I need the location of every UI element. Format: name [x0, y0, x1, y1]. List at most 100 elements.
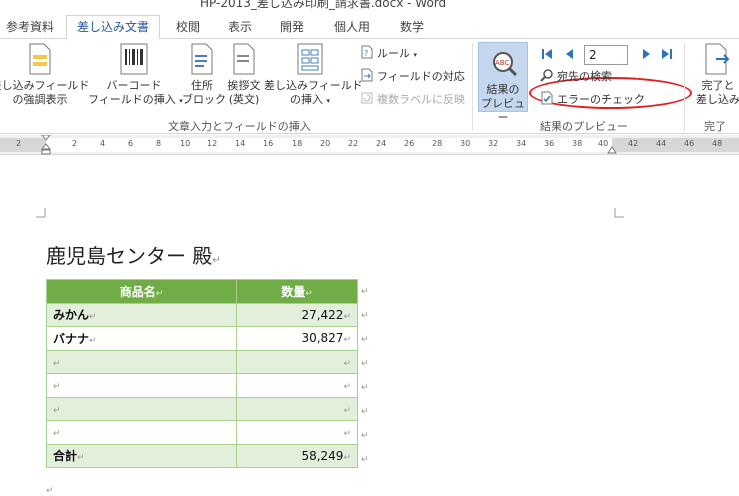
ruler-mark: 38: [572, 139, 583, 148]
ruler-margin-left: [0, 138, 46, 152]
insert-merge-field-line2: の挿入: [289, 93, 323, 106]
table-row: ↵ ↵: [46, 420, 358, 445]
first-record-icon[interactable]: [540, 47, 554, 61]
tab-developer[interactable]: 開発: [270, 16, 314, 39]
match-fields-button[interactable]: フィールドの対応: [360, 68, 465, 86]
ruler-mark: 40: [598, 139, 609, 148]
table-header-row: 商品名↵ 数量↵: [46, 279, 358, 304]
preview-results-line2: プレビュー: [481, 97, 525, 124]
group-separator: [684, 43, 685, 131]
find-recipient-button[interactable]: 宛先の検索: [540, 68, 612, 86]
ruler-mark: 6: [128, 139, 134, 148]
highlight-fields-icon: [29, 43, 51, 75]
insert-group-label: 文章入力とフィールドの挿入: [168, 120, 311, 133]
tab-review[interactable]: 校閲: [166, 16, 210, 39]
preview-results-button[interactable]: ABC 結果の プレビュー: [478, 42, 528, 124]
address-block-button[interactable]: 住所 ブロック: [182, 43, 226, 107]
highlight-fields-line1: 差し込みフィールド: [0, 79, 90, 92]
find-recipient-label: 宛先の検索: [557, 70, 612, 83]
rules-label: ルール: [377, 47, 410, 60]
greeting-line-button[interactable]: 挨拶文 (英文): [222, 43, 266, 107]
insert-merge-field-button[interactable]: 差し込みフィールド の挿入 ▾: [264, 43, 363, 108]
window-title: HP-2013_差し込み印刷_請求書.docx - Word: [200, 0, 447, 10]
table-row: ↵ ↵: [46, 349, 358, 374]
update-labels-label: 複数ラベルに反映: [377, 93, 465, 106]
header-quantity: 数量↵: [236, 279, 358, 304]
total-quantity-cell[interactable]: 58,249↵: [236, 443, 358, 468]
tab-mailings[interactable]: 差し込み文書: [66, 15, 161, 40]
tab-math[interactable]: 数学: [390, 16, 434, 39]
greeting-line-icon: [233, 43, 255, 75]
finish-merge-button[interactable]: 完了と 差し込み: [688, 43, 739, 107]
paragraph-mark-icon: ↵: [46, 486, 54, 496]
merge-field-icon: [297, 43, 323, 75]
table-row: ↵ ↵: [46, 396, 358, 421]
ruler-mark: 24: [376, 139, 387, 148]
quantity-cell[interactable]: 27,422↵: [236, 302, 358, 327]
items-table: 商品名↵ 数量↵ みかん↵ 27,422↵ バナナ↵ 30,827↵ ↵ ↵ ↵…: [46, 279, 358, 468]
greeting-line-line2: (英文): [228, 93, 260, 106]
ruler-mark: 42: [628, 139, 639, 148]
quantity-cell[interactable]: 30,827↵: [236, 326, 358, 351]
find-recipient-icon: [540, 69, 553, 82]
ribbon-tabs: 参考資料 差し込み文書 校閲 表示 開発 個人用 数学: [0, 10, 739, 40]
ruler-mark: 32: [488, 139, 499, 148]
heading-text: 鹿児島センター 殿: [46, 244, 213, 268]
paragraph-mark-icon: ↵: [212, 255, 221, 266]
product-name-cell[interactable]: ↵: [46, 420, 237, 445]
row-end-mark-icon: ↵: [361, 335, 369, 345]
check-errors-button[interactable]: エラーのチェック: [540, 91, 645, 109]
product-name-cell[interactable]: ↵: [46, 396, 237, 421]
horizontal-ruler[interactable]: 2 2 4 6 8 10 12 14 16 18 20 22 24 26 28 …: [0, 135, 739, 155]
header-product-name: 商品名↵: [46, 279, 237, 304]
quantity-cell[interactable]: ↵: [236, 349, 358, 374]
quantity-cell[interactable]: ↵: [236, 420, 358, 445]
last-record-icon[interactable]: [660, 47, 674, 61]
tab-personal[interactable]: 個人用: [324, 16, 380, 39]
highlight-merge-fields-button[interactable]: 差し込みフィールド の強調表示: [0, 43, 90, 107]
total-label-cell[interactable]: 合計↵: [46, 443, 237, 468]
product-name-cell[interactable]: ↵: [46, 349, 237, 374]
match-fields-icon: [361, 68, 373, 82]
product-name-cell[interactable]: みかん↵: [46, 302, 237, 327]
margin-corner-icon: [36, 208, 46, 218]
ruler-mark: 22: [348, 139, 359, 148]
finish-group-label: 完了: [704, 120, 726, 133]
preview-results-line1: 結果の: [486, 83, 520, 96]
insert-barcode-field-button[interactable]: バーコード フィールドの挿入 ▾: [88, 43, 183, 108]
ruler-mark: 18: [292, 139, 303, 148]
ruler-mark: 28: [432, 139, 443, 148]
preview-group-label: 結果のプレビュー: [540, 120, 628, 133]
ribbon: 差し込みフィールド の強調表示 バーコード フィールドの挿入 ▾ 住所 ブロック…: [0, 39, 739, 134]
right-indent-marker-icon[interactable]: [607, 143, 617, 155]
tab-references[interactable]: 参考資料: [0, 16, 64, 39]
row-end-mark-icon: ↵: [361, 407, 369, 417]
rules-button[interactable]: ? ルール ▾: [360, 45, 417, 63]
row-end-mark-icon: ↵: [361, 287, 369, 297]
tab-view[interactable]: 表示: [218, 16, 262, 39]
next-record-icon[interactable]: [640, 47, 654, 61]
row-end-mark-icon: ↵: [361, 431, 369, 441]
indent-marker-icon[interactable]: [41, 135, 51, 155]
table-row: みかん↵ 27,422↵: [46, 302, 358, 327]
row-end-mark-icon: ↵: [361, 455, 369, 465]
update-labels-button[interactable]: 複数ラベルに反映: [360, 91, 465, 109]
barcode-line1: バーコード: [106, 79, 162, 92]
record-number-input[interactable]: [584, 45, 628, 65]
ruler-mark: 10: [180, 139, 191, 148]
document-page[interactable]: 鹿児島センター 殿↵ 商品名↵ 数量↵ みかん↵ 27,422↵ バナナ↵ 30…: [0, 156, 739, 496]
barcode-line2: フィールドの挿入: [88, 93, 176, 106]
check-errors-icon: [541, 91, 553, 105]
address-block-line1: 住所: [191, 79, 213, 92]
ruler-mark: 44: [656, 139, 667, 148]
svg-text:?: ?: [364, 49, 368, 58]
quantity-cell[interactable]: ↵: [236, 373, 358, 398]
rules-icon: ?: [361, 45, 373, 59]
quantity-cell[interactable]: ↵: [236, 396, 358, 421]
ruler-mark: 48: [712, 139, 723, 148]
product-name-cell[interactable]: ↵: [46, 373, 237, 398]
previous-record-icon[interactable]: [562, 47, 576, 61]
insert-merge-field-line1: 差し込みフィールド: [264, 79, 363, 92]
product-name-cell[interactable]: バナナ↵: [46, 326, 237, 351]
ruler-mark: 20: [320, 139, 331, 148]
